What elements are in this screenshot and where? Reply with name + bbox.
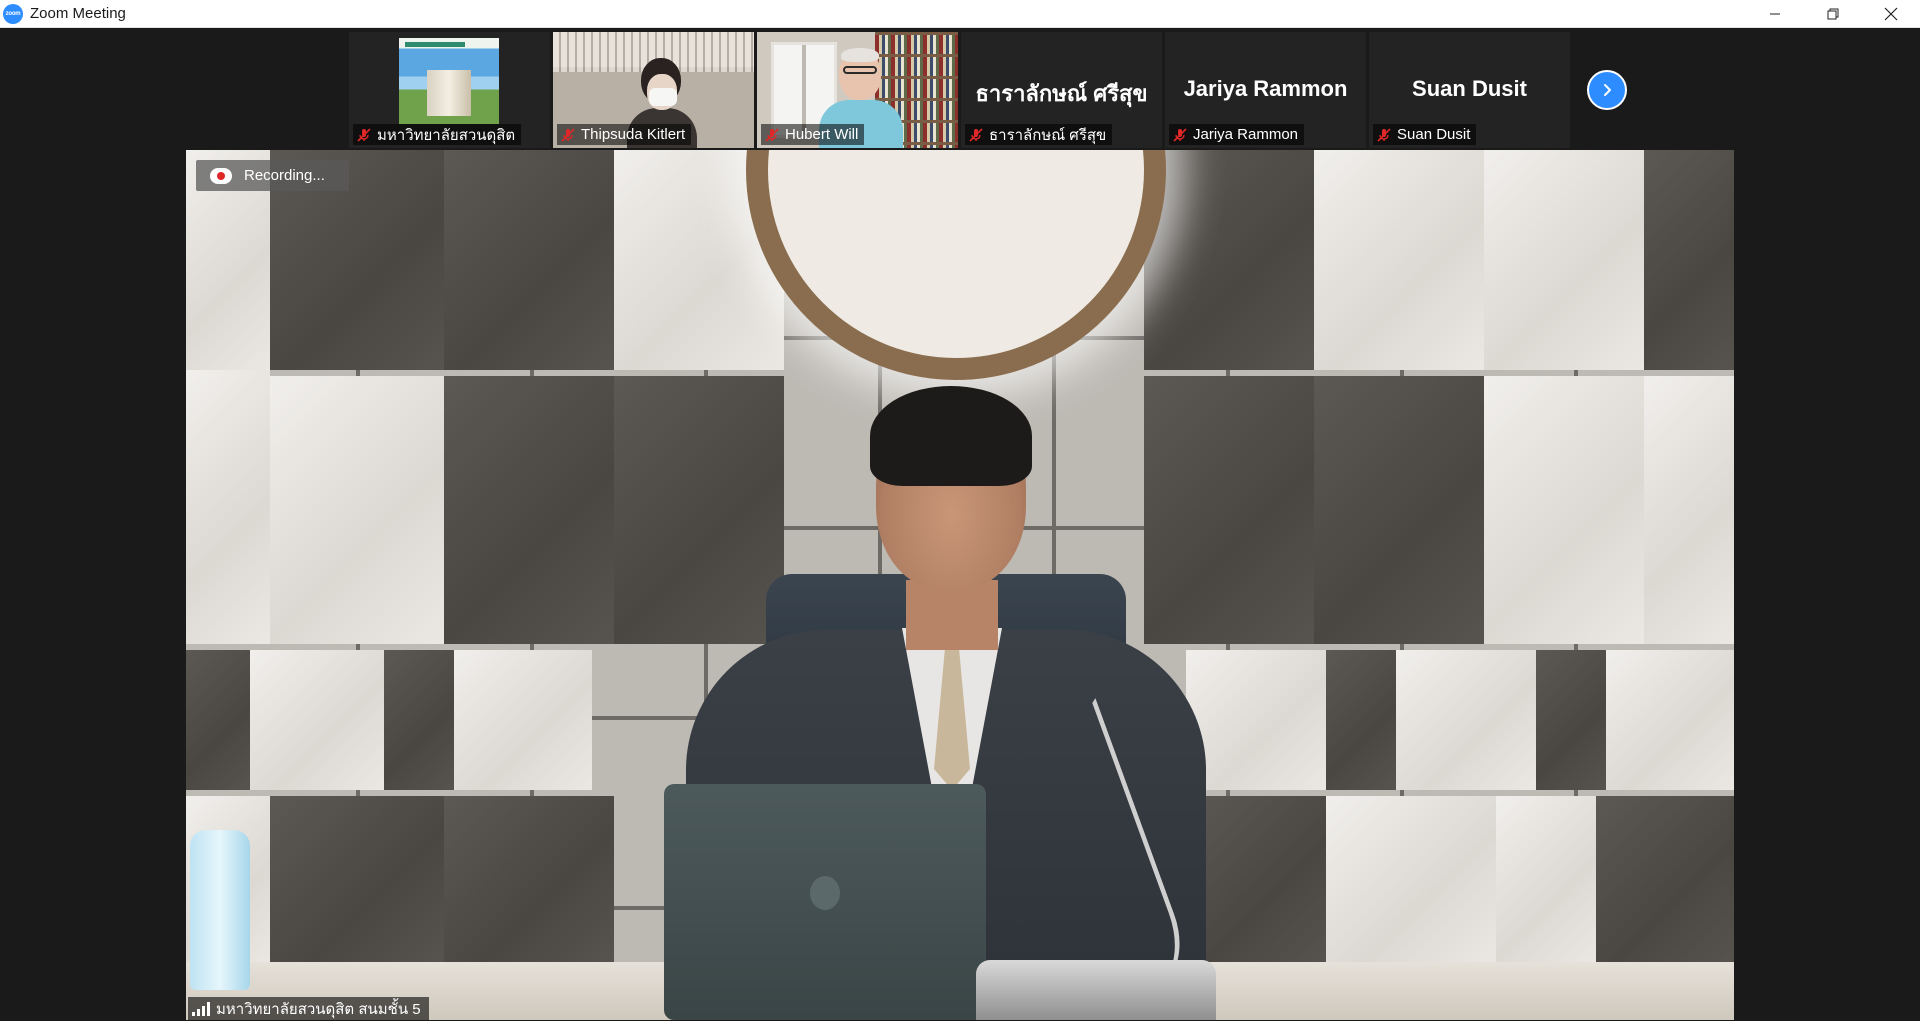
window-title: Zoom Meeting [30, 5, 126, 22]
participant-name-label: Thipsuda Kitlert [557, 124, 692, 145]
zoom-logo-icon: zoom [3, 3, 23, 24]
muted-mic-icon [357, 127, 371, 142]
participant-display-name: Suan Dusit [1412, 76, 1527, 101]
title-bar: zoom Zoom Meeting [0, 0, 1920, 28]
participant-name: Suan Dusit [1397, 126, 1471, 143]
next-participants-button[interactable] [1587, 70, 1627, 110]
recording-indicator[interactable]: Recording... [196, 160, 349, 191]
active-speaker-video [186, 150, 1734, 1020]
muted-mic-icon [765, 127, 779, 142]
muted-mic-icon [1173, 127, 1187, 142]
participant-name: มหาวิทยาลัยสวนดุสิต [377, 126, 516, 144]
participant-tile-hubert-will[interactable]: Hubert Will [757, 32, 958, 148]
active-speaker-name: มหาวิทยาลัยสวนดุสิต สนมชั้น 5 [216, 1000, 421, 1018]
participant-tile-jariya-rammon[interactable]: Jariya Rammon Jariya Rammon [1165, 32, 1366, 148]
participant-name-label: Jariya Rammon [1169, 124, 1305, 145]
participant-name-label: Suan Dusit [1373, 124, 1477, 145]
participant-name: Hubert Will [785, 126, 859, 143]
restore-button[interactable] [1804, 0, 1862, 28]
participant-name-label: ธาราลักษณ์ ศรีสุข [965, 124, 1113, 145]
close-icon [1884, 7, 1898, 21]
restore-icon [1827, 8, 1839, 20]
participant-name-label: มหาวิทยาลัยสวนดุสิต [353, 124, 522, 145]
participant-tile-thipsuda-kitlert[interactable]: Thipsuda Kitlert [553, 32, 754, 148]
close-button[interactable] [1862, 0, 1920, 28]
muted-mic-icon [969, 127, 983, 142]
muted-mic-icon [561, 127, 575, 142]
participant-name: Jariya Rammon [1193, 126, 1299, 143]
participant-display-name: ธาราลักษณ์ ศรีสุข [975, 81, 1148, 106]
recording-label: Recording... [244, 167, 325, 184]
minimize-icon [1770, 13, 1780, 15]
window-controls [1746, 0, 1920, 28]
participant-tile-tharalak-srisuk[interactable]: ธาราลักษณ์ ศรีสุข ธาราลักษณ์ ศรีสุข [961, 32, 1162, 148]
participant-name: ธาราลักษณ์ ศรีสุข [989, 126, 1107, 144]
participant-display-name: Jariya Rammon [1183, 76, 1348, 101]
minimize-button[interactable] [1746, 0, 1804, 28]
participant-video [399, 38, 499, 124]
participant-name-label: Hubert Will [761, 124, 865, 145]
participant-name: Thipsuda Kitlert [581, 126, 686, 143]
participant-tile-suan-dusit-university[interactable]: มหาวิทยาลัยสวนดุสิต [349, 32, 550, 148]
participant-tile-suan-dusit[interactable]: Suan Dusit Suan Dusit [1369, 32, 1570, 148]
participant-strip: มหาวิทยาลัยสวนดุสิต Thipsuda Kitlert Hub… [349, 32, 1570, 148]
muted-mic-icon [1377, 127, 1391, 142]
signal-strength-icon [192, 1001, 210, 1016]
active-speaker-label: มหาวิทยาลัยสวนดุสิต สนมชั้น 5 [188, 997, 429, 1020]
chevron-right-icon [1604, 84, 1611, 96]
recording-icon [210, 167, 232, 184]
